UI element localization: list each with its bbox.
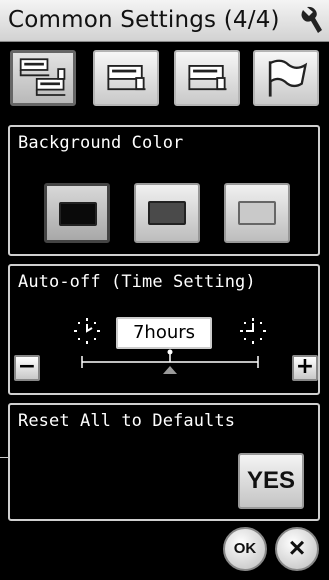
wrench-icon — [301, 6, 322, 33]
tab-language[interactable] — [253, 50, 319, 106]
machine-icon — [188, 65, 227, 91]
tab-machine-settings-1[interactable] — [93, 50, 159, 106]
title-bar: Common Settings (4/4) — [0, 0, 329, 42]
flag-icon — [268, 59, 308, 97]
auto-off-increase-button[interactable]: + — [292, 355, 318, 381]
auto-off-slider[interactable] — [80, 348, 260, 378]
background-color-label: Background Color — [18, 133, 184, 153]
color-swatch — [59, 202, 97, 226]
background-color-light-gray-button[interactable] — [224, 183, 290, 243]
pointer-line — [0, 457, 10, 458]
page-title: Common Settings (4/4) — [8, 7, 280, 33]
auto-off-label: Auto-off (Time Setting) — [18, 272, 256, 292]
tab-machine-settings-2[interactable] — [174, 50, 240, 106]
color-swatch — [238, 201, 276, 225]
machine-icon — [107, 65, 146, 91]
background-color-dark-gray-button[interactable] — [134, 183, 200, 243]
machine-multi-icon — [19, 58, 66, 96]
background-color-panel: Background Color — [8, 125, 320, 256]
reset-label: Reset All to Defaults — [18, 411, 236, 431]
clock-short-icon — [74, 318, 100, 344]
auto-off-time-display: 7hours — [116, 317, 212, 349]
ok-button[interactable]: OK — [223, 527, 267, 571]
close-button[interactable]: × — [275, 527, 319, 571]
tab-general-settings[interactable] — [10, 50, 76, 106]
reset-yes-button[interactable]: YES — [238, 453, 304, 509]
clock-long-icon — [240, 318, 266, 344]
background-color-black-button[interactable] — [44, 183, 110, 243]
auto-off-panel: Auto-off (Time Setting) 7hours − + — [8, 264, 320, 395]
auto-off-decrease-button[interactable]: − — [14, 355, 40, 381]
reset-panel: Reset All to Defaults YES — [8, 403, 320, 521]
slider-handle[interactable] — [163, 366, 177, 374]
color-swatch — [148, 201, 186, 225]
